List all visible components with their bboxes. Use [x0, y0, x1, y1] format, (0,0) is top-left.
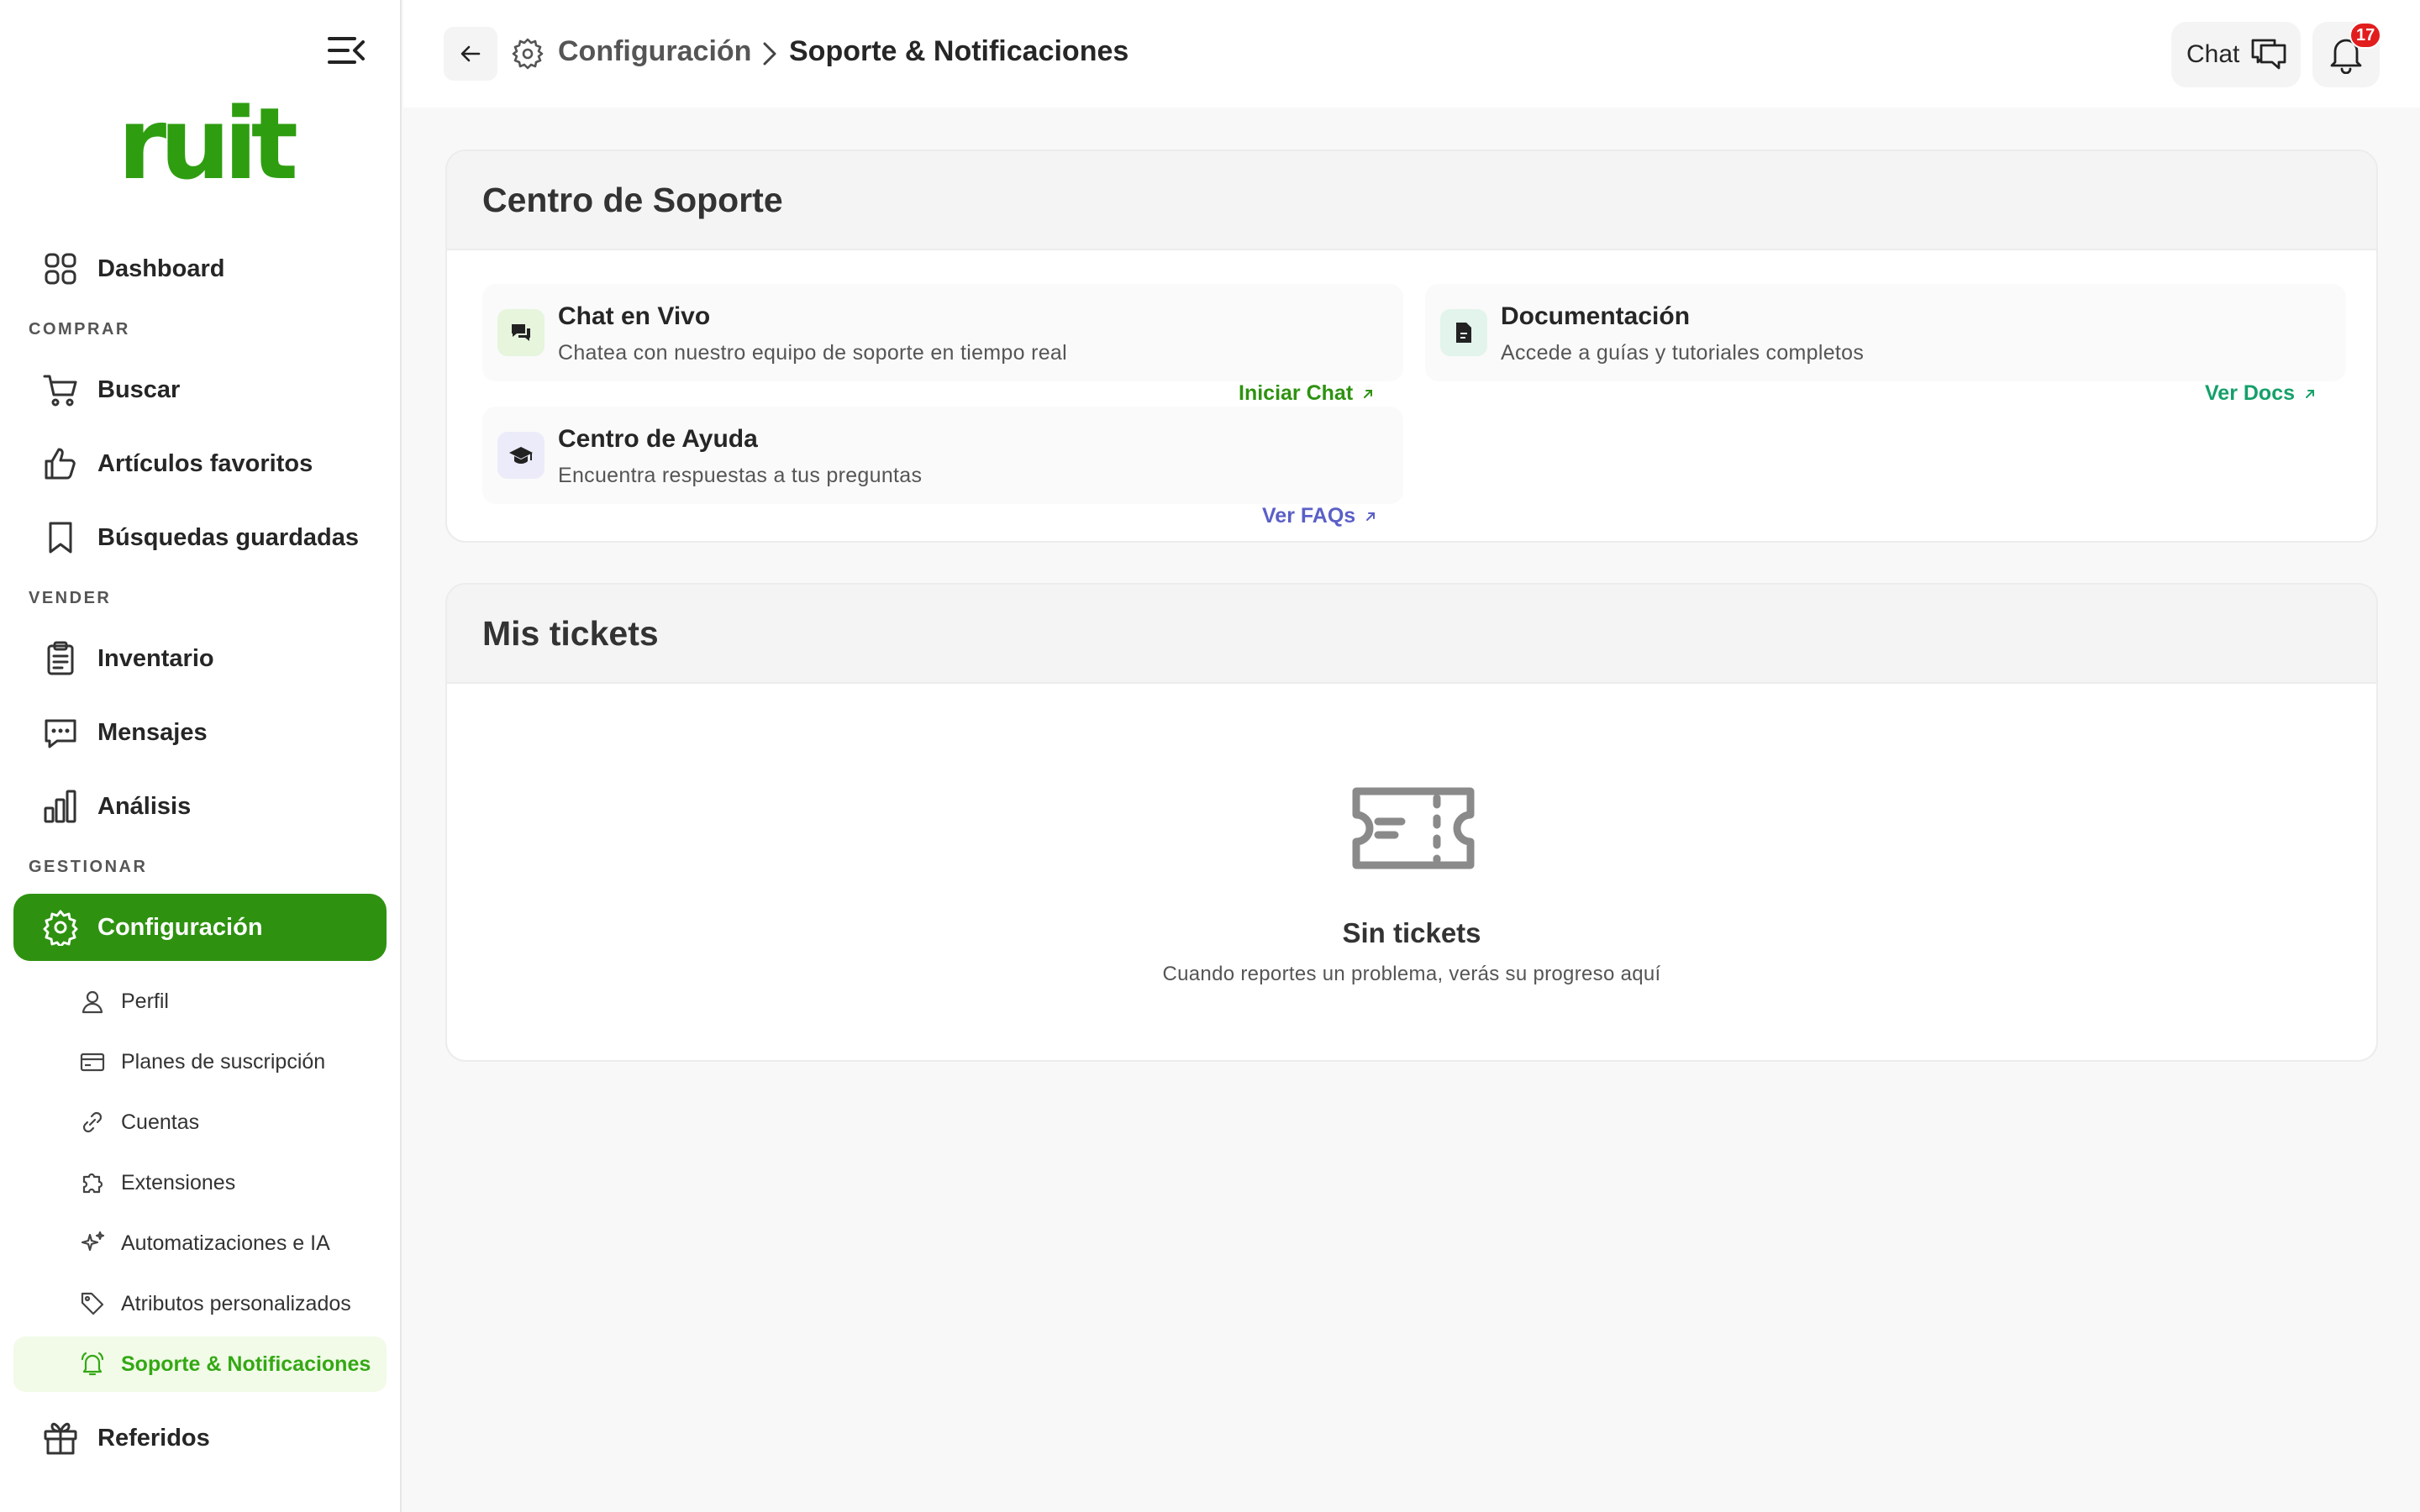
thumbs-up-icon: [45, 448, 76, 480]
breadcrumb-current: Soporte & Notificaciones: [789, 35, 1129, 67]
sidebar-item-referrals[interactable]: Referidos: [13, 1404, 387, 1472]
chevron-right-icon: [763, 42, 776, 66]
menu-collapse-icon: [328, 37, 365, 64]
top-bar: Configuración Soporte & Notificaciones C…: [403, 0, 2420, 108]
sidebar-item-label: Análisis: [97, 792, 192, 820]
documentation-option[interactable]: Documentación Accede a guías y tutoriale…: [1425, 284, 2346, 381]
cart-icon: [43, 375, 77, 407]
sidebar-subitem-plans[interactable]: Planes de suscripción: [13, 1034, 387, 1089]
sidebar-subitem-attributes[interactable]: Atributos personalizados: [13, 1276, 387, 1331]
bell-ring-icon: [81, 1352, 104, 1376]
clipboard-list-icon: [47, 641, 74, 675]
user-icon: [82, 990, 103, 1014]
empty-state-description: Cuando reportes un problema, verás su pr…: [1162, 963, 1661, 985]
tag-icon: [81, 1292, 104, 1315]
gear-icon: [43, 910, 78, 946]
sidebar-subitem-accounts[interactable]: Cuentas: [13, 1095, 387, 1150]
section-label-sell: VENDER: [29, 589, 112, 607]
section-label-buy: COMPRAR: [29, 320, 130, 339]
external-arrow-icon: [1366, 512, 1376, 521]
sidebar-subitem-label: Soporte & Notificaciones: [121, 1352, 371, 1376]
sidebar-subitem-support[interactable]: Soporte & Notificaciones: [13, 1336, 387, 1392]
chat-bubbles-icon: [2251, 39, 2286, 70]
help-center-description: Encuentra respuestas a tus preguntas: [558, 464, 923, 487]
sidebar-item-label: Búsquedas guardadas: [97, 523, 360, 551]
sidebar-subitem-label: Cuentas: [121, 1110, 200, 1134]
sidebar-item-favorites[interactable]: Artículos favoritos: [13, 430, 387, 497]
sidebar-item-label: Inventario: [97, 644, 214, 672]
sidebar-item-search[interactable]: Buscar: [13, 356, 387, 423]
document-icon: [1456, 323, 1471, 343]
credit-card-icon: [80, 1053, 105, 1072]
bar-chart-icon: [44, 790, 76, 823]
bookmark-icon: [49, 522, 72, 554]
sidebar-item-saved-searches[interactable]: Búsquedas guardadas: [13, 504, 387, 571]
sidebar-subitem-label: Automatizaciones e IA: [121, 1231, 330, 1255]
live-chat-option[interactable]: Chat en Vivo Chatea con nuestro equipo d…: [482, 284, 1403, 381]
sidebar-item-settings[interactable]: Configuración: [13, 894, 387, 961]
sidebar-item-label: Dashboard: [97, 255, 225, 282]
sidebar-item-label: Referidos: [97, 1424, 210, 1452]
chat-button-label: Chat: [2186, 40, 2240, 68]
support-center-title: Centro de Soporte: [447, 151, 2376, 250]
puzzle-icon: [82, 1173, 103, 1194]
gift-icon: [44, 1422, 77, 1455]
sidebar-item-label: Mensajes: [97, 718, 208, 746]
sidebar-item-label: Configuración: [97, 913, 263, 941]
documentation-icon-box: [1440, 309, 1487, 356]
collapse-sidebar-button[interactable]: [326, 34, 366, 67]
ticket-icon: [1352, 787, 1475, 869]
live-chat-icon-box: [497, 309, 544, 356]
view-docs-link-label: Ver Docs: [2205, 381, 2296, 405]
sidebar-subitem-profile[interactable]: Perfil: [13, 974, 387, 1029]
chat-button[interactable]: Chat: [2171, 22, 2301, 87]
notification-count-badge: 17: [2349, 22, 2382, 49]
my-tickets-card: Mis tickets Sin tickets Cuando reportes …: [445, 583, 2378, 1062]
sidebar-item-messages[interactable]: Mensajes: [13, 699, 387, 766]
sidebar-item-inventory[interactable]: Inventario: [13, 625, 387, 692]
documentation-description: Accede a guías y tutoriales completos: [1501, 341, 1865, 365]
section-label-manage: GESTIONAR: [29, 858, 148, 876]
support-center-card: Centro de Soporte Chat en Vivo Chatea co…: [445, 150, 2378, 543]
grid-icon: [45, 253, 76, 285]
live-chat-title: Chat en Vivo: [558, 302, 711, 330]
help-center-option[interactable]: Centro de Ayuda Encuentra respuestas a t…: [482, 407, 1403, 504]
brand-logo: ruit: [118, 86, 298, 202]
view-faqs-link-label: Ver FAQs: [1262, 504, 1356, 528]
my-tickets-title: Mis tickets: [447, 585, 2376, 684]
graduation-cap-icon: [509, 447, 533, 464]
help-center-icon-box: [497, 432, 544, 479]
external-arrow-icon: [2306, 389, 2315, 398]
sidebar-subitem-label: Extensiones: [121, 1170, 236, 1194]
sidebar-subitem-label: Atributos personalizados: [121, 1291, 351, 1315]
documentation-title: Documentación: [1501, 302, 1691, 330]
view-faqs-link[interactable]: Ver FAQs: [1262, 504, 1377, 528]
sidebar-subitem-label: Planes de suscripción: [121, 1049, 326, 1074]
view-docs-link[interactable]: Ver Docs: [2205, 381, 2317, 406]
sidebar-item-label: Buscar: [97, 375, 181, 403]
help-center-title: Centro de Ayuda: [558, 425, 758, 453]
live-chat-description: Chatea con nuestro equipo de soporte en …: [558, 341, 1067, 365]
sidebar-subitem-automations[interactable]: Automatizaciones e IA: [13, 1215, 387, 1271]
empty-state-title: Sin tickets: [1342, 917, 1481, 948]
sidebar-subitem-extensions[interactable]: Extensiones: [13, 1155, 387, 1210]
sidebar: ruit Dashboard COMPRAR Buscar Artículos …: [0, 0, 402, 1512]
chat-bubble-icon: [45, 719, 76, 748]
sparkles-icon: [81, 1231, 105, 1252]
start-chat-link-label: Iniciar Chat: [1239, 381, 1354, 405]
start-chat-link[interactable]: Iniciar Chat: [1239, 381, 1375, 406]
breadcrumb-settings[interactable]: Configuración: [558, 35, 751, 68]
external-arrow-icon: [1364, 389, 1373, 398]
sidebar-item-dashboard[interactable]: Dashboard: [13, 235, 387, 302]
link-icon: [82, 1111, 103, 1133]
sidebar-item-analytics[interactable]: Análisis: [13, 773, 387, 840]
sidebar-item-label: Artículos favoritos: [97, 449, 313, 477]
back-button[interactable]: [444, 27, 497, 81]
gear-icon: [512, 38, 544, 70]
sidebar-subitem-label: Perfil: [121, 989, 169, 1013]
arrow-left-icon: [460, 45, 481, 62]
chat-bubbles-icon: [512, 324, 530, 341]
